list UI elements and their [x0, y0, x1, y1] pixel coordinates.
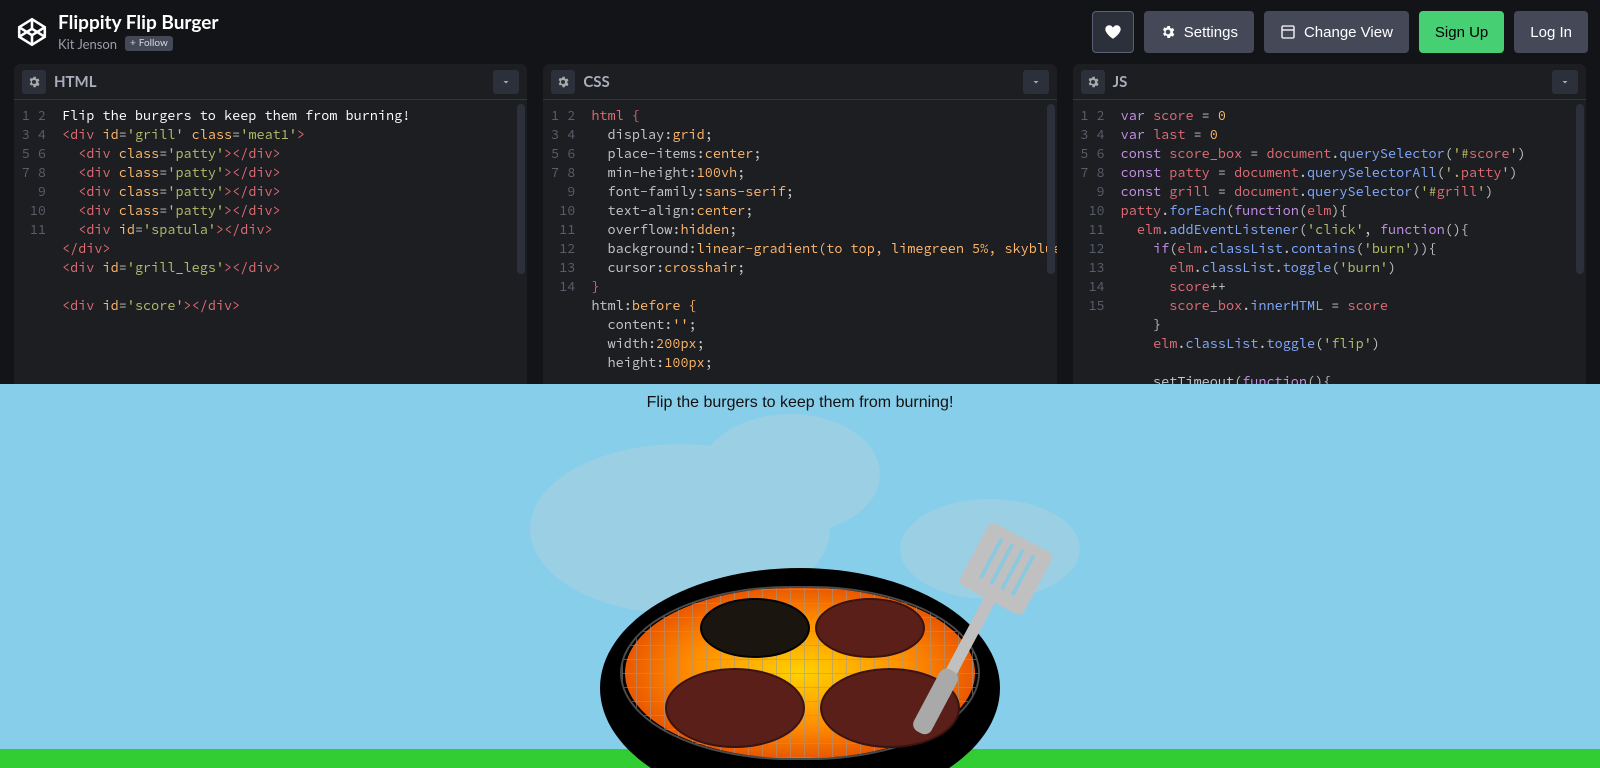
plus-icon: + [130, 38, 136, 49]
css-code-area[interactable]: 1 2 3 4 5 6 7 8 9 10 11 12 13 14 html { … [543, 100, 1056, 384]
chevron-down-icon[interactable] [493, 70, 519, 94]
change-view-label: Change View [1304, 24, 1393, 41]
sign-up-button[interactable]: Sign Up [1419, 11, 1504, 53]
editor-row: HTML 1 2 3 4 5 6 7 8 9 10 11 Flip the bu… [0, 64, 1600, 384]
author-name[interactable]: Kit Jenson [58, 37, 117, 51]
grill [600, 568, 1000, 768]
patty[interactable] [815, 598, 925, 658]
editor-title-html: HTML [54, 73, 97, 91]
change-view-button[interactable]: Change View [1264, 11, 1409, 53]
editor-title-js: JS [1113, 73, 1128, 91]
preview-pane[interactable]: Flip the burgers to keep them from burni… [0, 384, 1600, 768]
scrollbar[interactable] [517, 104, 525, 274]
chevron-down-icon[interactable] [1552, 70, 1578, 94]
scrollbar[interactable] [1047, 104, 1055, 274]
sign-up-label: Sign Up [1435, 24, 1488, 41]
heart-button[interactable] [1092, 11, 1134, 53]
css-editor: CSS 1 2 3 4 5 6 7 8 9 10 11 12 13 14 htm… [543, 64, 1056, 384]
js-editor: JS 1 2 3 4 5 6 7 8 9 10 11 12 13 14 15 v… [1073, 64, 1586, 384]
follow-label: Follow [139, 38, 168, 49]
html-code-area[interactable]: 1 2 3 4 5 6 7 8 9 10 11 Flip the burgers… [14, 100, 527, 384]
gear-icon[interactable] [551, 70, 575, 94]
editor-title-css: CSS [583, 73, 609, 91]
pen-title: Flippity Flip Burger [58, 13, 218, 34]
log-in-button[interactable]: Log In [1514, 11, 1588, 53]
settings-label: Settings [1184, 24, 1238, 41]
html-editor: HTML 1 2 3 4 5 6 7 8 9 10 11 Flip the bu… [14, 64, 527, 384]
gear-icon [1160, 24, 1176, 40]
gear-icon[interactable] [22, 70, 46, 94]
layout-icon [1280, 24, 1296, 40]
heart-icon [1104, 23, 1122, 41]
codepen-logo[interactable] [12, 12, 52, 52]
top-header: Flippity Flip Burger Kit Jenson + Follow… [0, 0, 1600, 64]
scrollbar[interactable] [1576, 104, 1584, 274]
chevron-down-icon[interactable] [1023, 70, 1049, 94]
patty[interactable] [665, 668, 805, 748]
js-code-area[interactable]: 1 2 3 4 5 6 7 8 9 10 11 12 13 14 15 var … [1073, 100, 1586, 384]
preview-instruction: Flip the burgers to keep them from burni… [0, 394, 1600, 412]
gear-icon[interactable] [1081, 70, 1105, 94]
log-in-label: Log In [1530, 24, 1572, 41]
patty[interactable] [700, 598, 810, 658]
settings-button[interactable]: Settings [1144, 11, 1254, 53]
follow-button[interactable]: + Follow [125, 36, 173, 51]
